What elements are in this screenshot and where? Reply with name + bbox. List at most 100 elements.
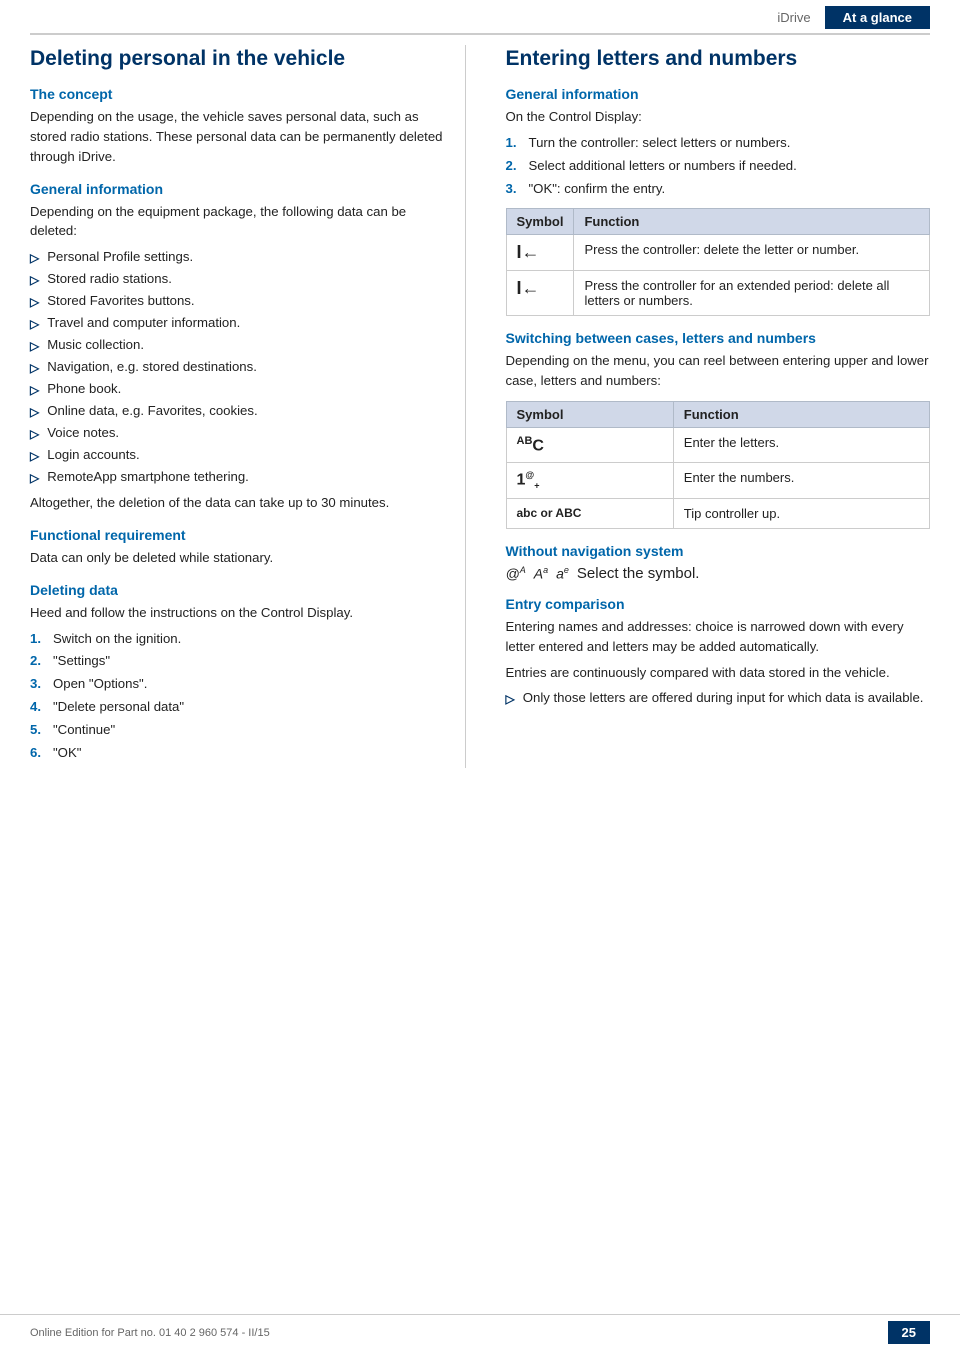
step-item: 2."Settings" — [30, 651, 455, 671]
entry-comparison-subtitle: Entry comparison — [506, 596, 931, 612]
without-nav-symbols-row: @A Aa ae Select the symbol. — [506, 565, 931, 582]
list-item: ▷Stored Favorites buttons. — [30, 291, 455, 311]
switching-symbol-table: Symbol Function ABC Enter the letters. 1… — [506, 401, 931, 529]
table-cell-function: Enter the letters. — [673, 428, 929, 463]
general-info-subtitle-right: General information — [506, 86, 931, 102]
general-info-subtitle-left: General information — [30, 181, 455, 197]
list-item: ▷Stored radio stations. — [30, 269, 455, 289]
bullet-arrow-icon: ▷ — [30, 271, 39, 289]
step-item: 1.Turn the controller: select letters or… — [506, 133, 931, 153]
table-cell-symbol: 1@+ — [506, 463, 673, 499]
right-section-title: Entering letters and numbers — [506, 45, 931, 72]
step-item: 3.Open "Options". — [30, 674, 455, 694]
bullet-arrow-icon: ▷ — [30, 469, 39, 487]
deleting-data-steps: 1.Switch on the ignition. 2."Settings" 3… — [30, 629, 455, 763]
bullet-arrow-icon: ▷ — [30, 425, 39, 443]
table-cell-symbol: abc or ABC — [506, 498, 673, 528]
page-number: 25 — [888, 1321, 930, 1344]
right-column: Entering letters and numbers General inf… — [496, 45, 931, 768]
step-item: 5."Continue" — [30, 720, 455, 740]
table-cell-symbol: I← — [506, 271, 574, 316]
left-column: Deleting personal in the vehicle The con… — [30, 45, 466, 768]
bullet-arrow-icon: ▷ — [30, 447, 39, 465]
deleting-data-subtitle: Deleting data — [30, 582, 455, 598]
table-row: I← Press the controller for an extended … — [506, 271, 930, 316]
the-concept-subtitle: The concept — [30, 86, 455, 102]
entry-comparison-body1: Entering names and addresses: choice is … — [506, 617, 931, 657]
without-nav-section: Without navigation system @A Aa ae Selec… — [506, 543, 931, 582]
general-info-outro: Altogether, the deletion of the data can… — [30, 493, 455, 513]
functional-requirement-section: Functional requirement Data can only be … — [30, 527, 455, 568]
table-cell-symbol: ABC — [506, 428, 673, 463]
bullet-arrow-icon: ▷ — [30, 403, 39, 421]
list-item: ▷Travel and computer information. — [30, 313, 455, 333]
deleting-data-section: Deleting data Heed and follow the instru… — [30, 582, 455, 763]
general-info-intro-left: Depending on the equipment package, the … — [30, 202, 455, 242]
table-cell-function: Press the controller: delete the letter … — [574, 235, 930, 271]
left-section-title: Deleting personal in the vehicle — [30, 45, 455, 72]
general-info-intro-right: On the Control Display: — [506, 107, 931, 127]
functional-requirement-body: Data can only be deleted while stationar… — [30, 548, 455, 568]
without-nav-text: Select the symbol. — [577, 565, 700, 582]
list-item: ▷Phone book. — [30, 379, 455, 399]
table-header-symbol: Symbol — [506, 402, 673, 428]
bullet-list: ▷Personal Profile settings. ▷Stored radi… — [30, 247, 455, 487]
list-item: ▷Login accounts. — [30, 445, 455, 465]
bullet-arrow-icon: ▷ — [30, 359, 39, 377]
general-info-steps-right: 1.Turn the controller: select letters or… — [506, 133, 931, 198]
table-cell-function: Tip controller up. — [673, 498, 929, 528]
nav-sym-2: Aa — [534, 565, 548, 582]
entry-comparison-body2: Entries are continuously compared with d… — [506, 663, 931, 683]
switching-section: Switching between cases, letters and num… — [506, 330, 931, 528]
page-header: iDrive At a glance — [30, 0, 930, 35]
list-item: ▷Personal Profile settings. — [30, 247, 455, 267]
step-item: 2.Select additional letters or numbers i… — [506, 156, 931, 176]
bullet-arrow-icon: ▷ — [30, 315, 39, 333]
table-cell-symbol: I← — [506, 235, 574, 271]
list-item: ▷Music collection. — [30, 335, 455, 355]
table-cell-function: Press the controller for an extended per… — [574, 271, 930, 316]
bullet-arrow-icon: ▷ — [30, 337, 39, 355]
page-footer: Online Edition for Part no. 01 40 2 960 … — [0, 1314, 960, 1344]
table-row: abc or ABC Tip controller up. — [506, 498, 930, 528]
page-body: Deleting personal in the vehicle The con… — [0, 45, 960, 768]
header-ataglance-label: At a glance — [825, 6, 930, 29]
deleting-data-intro: Heed and follow the instructions on the … — [30, 603, 455, 623]
without-nav-subtitle: Without navigation system — [506, 543, 931, 559]
table-header-function: Function — [574, 209, 930, 235]
entry-comparison-bullet: Only those letters are offered during in… — [523, 688, 924, 708]
entry-comparison-section: Entry comparison Entering names and addr… — [506, 596, 931, 708]
step-item: 6."OK" — [30, 743, 455, 763]
list-item: ▷Navigation, e.g. stored destinations. — [30, 357, 455, 377]
table-row: I← Press the controller: delete the lett… — [506, 235, 930, 271]
bullet-arrow-icon: ▷ — [506, 690, 515, 708]
nav-sym-3: ae — [556, 565, 569, 582]
table-header-symbol: Symbol — [506, 209, 574, 235]
switching-subtitle: Switching between cases, letters and num… — [506, 330, 931, 346]
table-header-function: Function — [673, 402, 929, 428]
list-item: ▷Voice notes. — [30, 423, 455, 443]
step-item: 3."OK": confirm the entry. — [506, 179, 931, 199]
delete-symbol-table: Symbol Function I← Press the controller:… — [506, 208, 931, 316]
list-item: ▷RemoteApp smartphone tethering. — [30, 467, 455, 487]
bullet-arrow-icon: ▷ — [30, 381, 39, 399]
bullet-arrow-icon: ▷ — [30, 293, 39, 311]
table-cell-function: Enter the numbers. — [673, 463, 929, 499]
switching-body: Depending on the menu, you can reel betw… — [506, 351, 931, 391]
step-item: 1.Switch on the ignition. — [30, 629, 455, 649]
table-row: ABC Enter the letters. — [506, 428, 930, 463]
footer-text: Online Edition for Part no. 01 40 2 960 … — [30, 1327, 270, 1339]
list-item: ▷ Only those letters are offered during … — [506, 688, 931, 708]
functional-requirement-subtitle: Functional requirement — [30, 527, 455, 543]
the-concept-body: Depending on the usage, the vehicle save… — [30, 107, 455, 166]
nav-sym-1: @A — [506, 565, 526, 582]
general-info-section-left: General information Depending on the equ… — [30, 181, 455, 513]
entry-comparison-bullets: ▷ Only those letters are offered during … — [506, 688, 931, 708]
the-concept-section: The concept Depending on the usage, the … — [30, 86, 455, 166]
header-idrive-label: iDrive — [763, 6, 824, 29]
step-item: 4."Delete personal data" — [30, 697, 455, 717]
list-item: ▷Online data, e.g. Favorites, cookies. — [30, 401, 455, 421]
general-info-section-right: General information On the Control Displ… — [506, 86, 931, 316]
bullet-arrow-icon: ▷ — [30, 249, 39, 267]
table-row: 1@+ Enter the numbers. — [506, 463, 930, 499]
